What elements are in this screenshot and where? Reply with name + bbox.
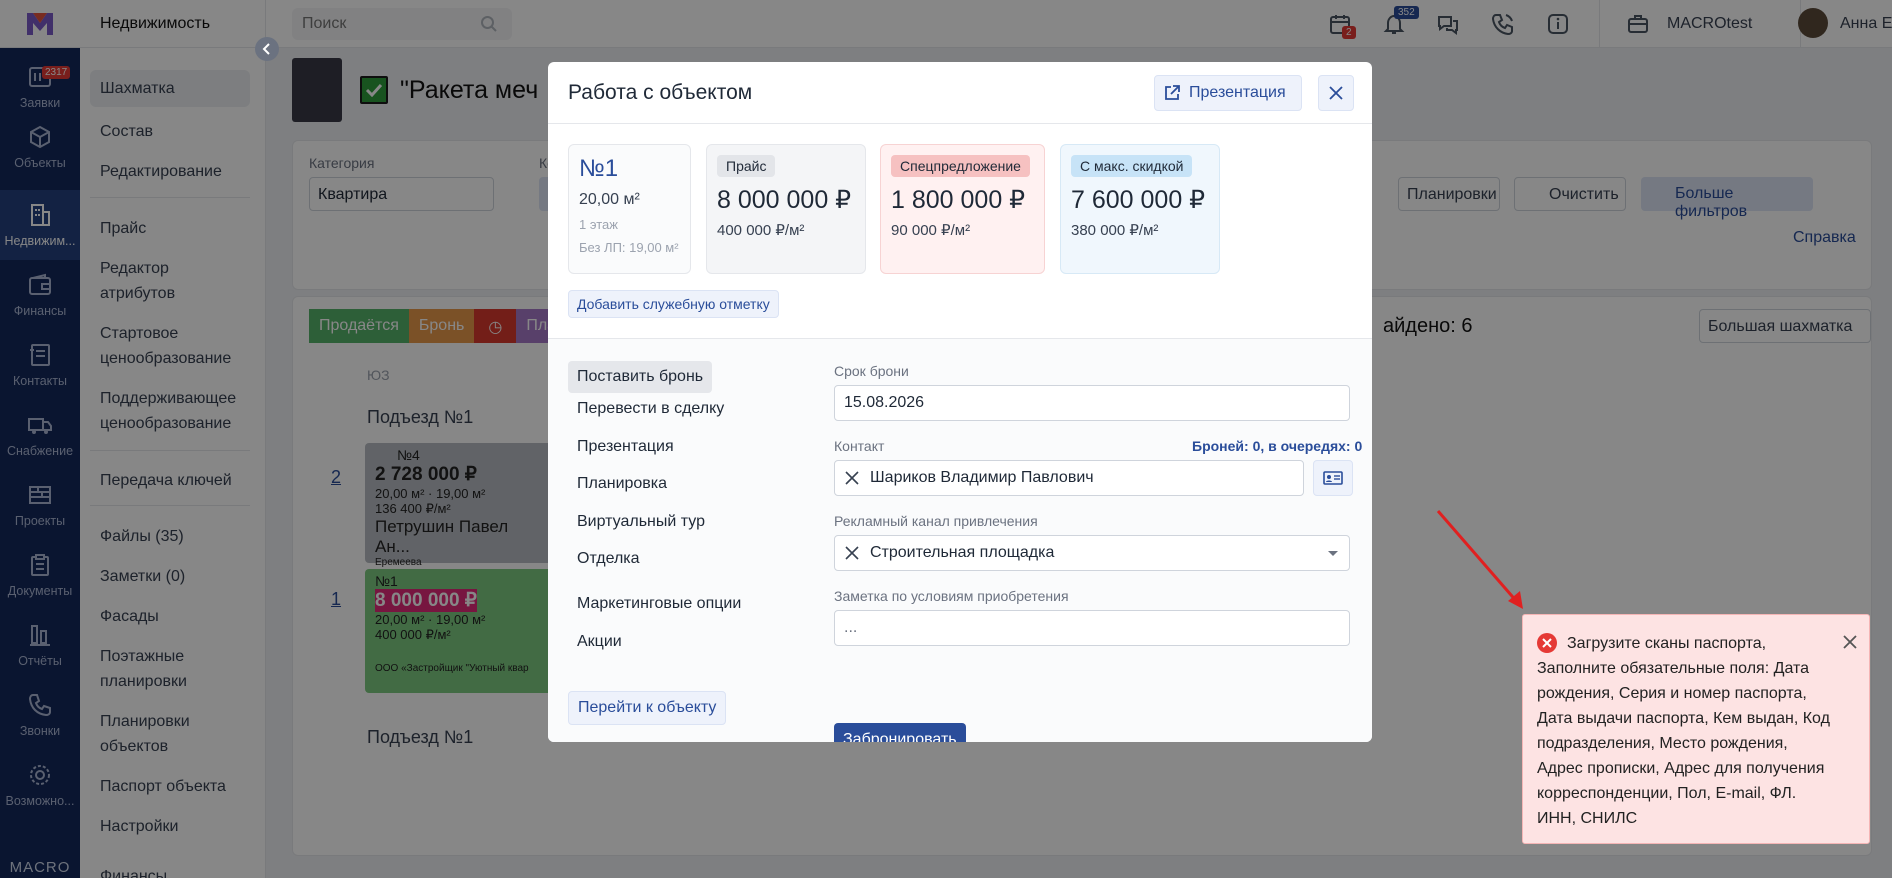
collapse-sidebar-button[interactable] <box>255 37 279 61</box>
reserve-term-input[interactable]: 15.08.2026 <box>834 385 1350 421</box>
price-tag: Прайс <box>717 155 776 177</box>
action-reserve[interactable]: Поставить бронь <box>568 361 713 393</box>
close-icon <box>1329 86 1343 100</box>
price-per-m2: 380 000 ₽/м² <box>1071 222 1159 239</box>
object-work-modal: Работа с объектом Презентация №1 20,00 м… <box>548 62 1372 742</box>
contact-field[interactable]: Шариков Владимир Павлович <box>834 460 1304 496</box>
note-textarea[interactable]: ... <box>834 610 1350 646</box>
price-per-m2: 90 000 ₽/м² <box>891 222 971 239</box>
unit-area: 20,00 м² <box>579 191 640 208</box>
external-link-icon <box>1165 85 1180 100</box>
chevron-down-icon <box>1328 551 1338 556</box>
contact-label: Контакт <box>834 438 885 454</box>
unit-number: №1 <box>579 155 619 182</box>
presentation-label: Презентация <box>1189 84 1286 101</box>
ad-channel-label: Рекламный канал привлечения <box>834 513 1038 529</box>
modal-title: Работа с объектом <box>568 81 753 104</box>
id-card-icon <box>1323 471 1343 485</box>
action-layout[interactable]: Планировка <box>568 468 676 500</box>
reserve-submit-button[interactable]: Забронировать <box>834 723 966 742</box>
modal-header: Работа с объектом Презентация <box>548 62 1372 124</box>
action-virtual-tour[interactable]: Виртуальный тур <box>568 506 714 538</box>
reserve-term-label: Срок брони <box>834 363 909 379</box>
arrow-annotation-icon <box>1436 510 1523 609</box>
action-marketing-options[interactable]: Маркетинговые опции <box>568 588 750 620</box>
contact-value: Шариков Владимир Павлович <box>870 469 1094 486</box>
action-finishing[interactable]: Отделка <box>568 543 649 575</box>
error-icon <box>1537 633 1557 653</box>
error-toast: Загрузите сканы паспорта, Заполните обяз… <box>1522 614 1870 844</box>
price-per-m2: 400 000 ₽/м² <box>717 222 805 239</box>
modal-action-area: Поставить бронь Перевести в сделку Презе… <box>548 338 1372 742</box>
price-card-max-discount: С макс. скидкой 7 600 000 ₽ 380 000 ₽/м² <box>1060 144 1220 274</box>
goto-object-button[interactable]: Перейти к объекту <box>568 691 727 725</box>
unit-floor: 1 этаж <box>579 217 618 232</box>
contact-card-button[interactable] <box>1313 460 1353 496</box>
price-card-special: Спецпредложение 1 800 000 ₽ 90 000 ₽/м² <box>880 144 1045 274</box>
add-service-note-button[interactable]: Добавить служебную отметку <box>568 290 779 318</box>
clear-icon[interactable] <box>844 470 860 486</box>
price-value: 1 800 000 ₽ <box>891 186 1026 214</box>
price-tag: Спецпредложение <box>891 155 1030 177</box>
price-tag: С макс. скидкой <box>1071 155 1193 177</box>
price-value: 7 600 000 ₽ <box>1071 186 1206 214</box>
clear-icon[interactable] <box>844 545 860 561</box>
toast-message: Загрузите сканы паспорта, Заполните обяз… <box>1537 635 1830 827</box>
unit-area-no-lp: Без ЛП: 19,00 м² <box>579 240 679 255</box>
price-card-list: Прайс 8 000 000 ₽ 400 000 ₽/м² <box>706 144 866 274</box>
unit-info-card: №1 20,00 м² 1 этаж Без ЛП: 19,00 м² <box>568 144 691 274</box>
action-to-deal[interactable]: Перевести в сделку <box>568 393 733 425</box>
action-presentation[interactable]: Презентация <box>568 431 683 463</box>
chevron-left-icon <box>262 43 270 55</box>
ad-channel-value: Строительная площадка <box>870 544 1055 561</box>
note-label: Заметка по условиям приобретения <box>834 588 1069 604</box>
action-promotions[interactable]: Акции <box>568 626 631 658</box>
contact-stats[interactable]: Броней: 0, в очередях: 0 <box>1192 438 1362 454</box>
toast-close-icon[interactable] <box>1843 635 1857 649</box>
presentation-button[interactable]: Презентация <box>1154 75 1302 111</box>
price-value: 8 000 000 ₽ <box>717 186 852 214</box>
close-button[interactable] <box>1318 75 1354 111</box>
ad-channel-select[interactable]: Строительная площадка <box>834 535 1350 571</box>
